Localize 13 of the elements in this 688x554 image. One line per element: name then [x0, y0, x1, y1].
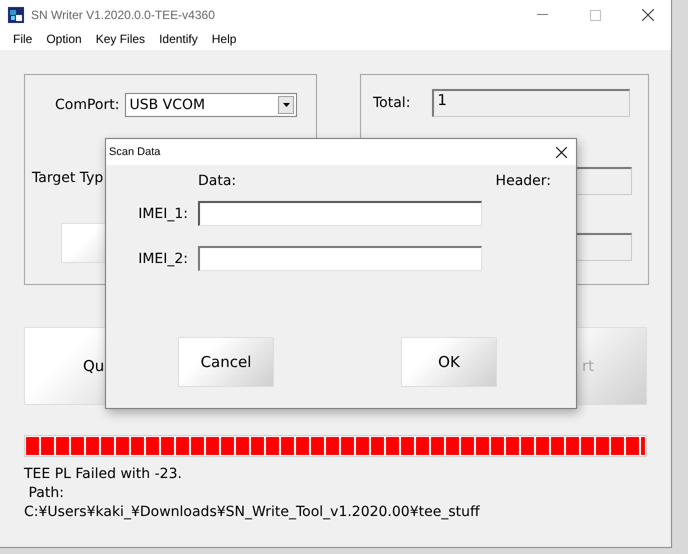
- log-line: C:¥Users¥kaki_¥Downloads¥SN_Write_Tool_v1.2020.00¥tee_stuff: [24, 503, 481, 522]
- imei-label: IMEI_2:: [137, 250, 188, 266]
- dialog-title: Scan Data: [109, 146, 160, 158]
- target-type-label: Target Typ: [32, 170, 104, 186]
- window-title: SN Writer V1.2020.0.0-TEE-v4360: [31, 8, 216, 22]
- total-field: 1: [432, 89, 630, 117]
- total-label: Total:: [373, 95, 410, 111]
- imei-label: IMEI_1:: [137, 206, 188, 222]
- header-label: Header:: [496, 173, 551, 189]
- log-line: TEE PL Failed with -23.: [24, 465, 183, 484]
- data-label: Data:: [198, 173, 236, 189]
- log-line: Path:: [27, 484, 65, 503]
- comport-label: ComPort:: [55, 97, 120, 113]
